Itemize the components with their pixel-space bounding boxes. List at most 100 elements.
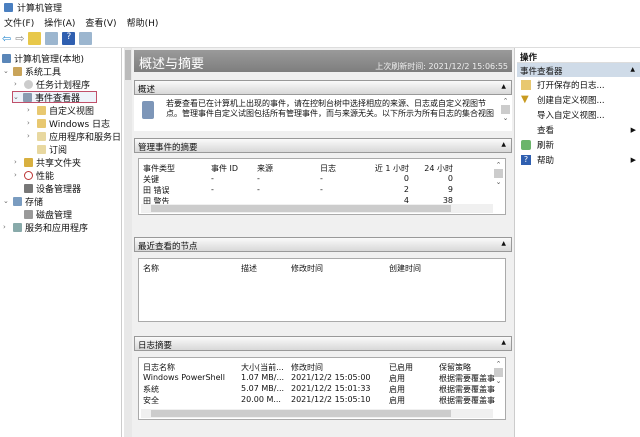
vertical-scrollbar[interactable]: ⌃ ⌄ [494,360,503,385]
table-header-row: 日志名称 大小(当前... 修改时间 已启用 保留策略 [139,362,505,373]
overview-content: 若要查看已在计算机上出现的事件，请在控制台树中选择相应的来源、日志或自定义视图节… [134,95,512,131]
table-cell: 2021/12/2 15:05:00 [291,373,371,382]
menu-bar: 文件(F) 操作(A) 查看(V) 帮助(H) [0,14,640,30]
scrollbar-thumb[interactable] [151,410,451,417]
tree-label: 计算机管理(本地) [14,54,85,65]
chevron-down-icon[interactable]: ⌄ [13,93,20,101]
scrollbar-thumb[interactable] [151,205,451,212]
column-header[interactable]: 事件类型 [143,163,175,174]
window-title: 计算机管理 [17,3,63,14]
chevron-right-icon[interactable]: › [27,132,34,140]
folder-icon [37,118,46,128]
tree-device-manager[interactable]: 设备管理器 [24,182,81,195]
column-header[interactable]: 描述 [241,263,257,274]
section-log-summary-header[interactable]: 日志摘要 ▲ [134,336,512,351]
show-hide-action-pane-icon[interactable] [79,32,93,45]
table-cell: 启用 [389,385,405,394]
table-row[interactable]: Windows PowerShell 1.07 MB/... 2021/12/2 1… [139,373,505,384]
show-hide-tree-icon[interactable] [45,32,59,45]
section-summary-header[interactable]: 管理事件的摘要 ▲ [134,138,512,153]
chevron-down-icon[interactable]: ⌄ [3,197,10,205]
column-header[interactable]: 创建时间 [389,263,421,274]
tree-performance[interactable]: › 性能 [14,169,54,182]
tree-subscriptions[interactable]: 订阅 [37,143,67,156]
overview-scrollbar[interactable]: ⌃ ⌄ [501,97,510,122]
overview-banner: 概述与摘要 上次刷新时间: 2021/12/2 15:06:55 [134,50,512,72]
chevron-down-icon[interactable]: ⌄ [3,67,10,75]
table-header-row: 事件类型 事件 ID 来源 日志 近 1 小时 24 小时 [139,163,505,174]
horizontal-scrollbar[interactable] [141,409,493,418]
section-overview-header[interactable]: 概述 ▲ [134,80,512,95]
forward-icon[interactable]: ⇨ [15,32,24,45]
vertical-scrollbar[interactable]: ⌃ ⌄ [494,161,503,186]
column-header[interactable]: 名称 [143,263,159,274]
device-manager-icon [24,183,33,193]
folder-icon [37,105,46,115]
menu-view[interactable]: 查看(V) [85,16,116,29]
menu-action[interactable]: 操作(A) [44,16,75,29]
column-header[interactable]: 修改时间 [291,263,323,274]
tree-task-scheduler[interactable]: › 任务计划程序 [14,78,90,91]
chevron-right-icon[interactable]: › [14,171,21,179]
tree-event-viewer[interactable]: ⌄ 事件查看器 [12,91,98,104]
filter-icon: ▼ [521,93,529,105]
section-recent-header[interactable]: 最近查看的节点 ▲ [134,237,512,252]
collapse-icon[interactable]: ▲ [501,141,506,148]
actions-group-event-viewer[interactable]: 事件查看器 ▲ [517,63,640,77]
table-row[interactable]: 田 错误 - - - 2 9 [139,185,505,196]
tree-app-service-logs[interactable]: › 应用程序和服务日志 [27,130,121,143]
tree-system-tools[interactable]: ⌄ 系统工具 [3,65,61,78]
table-cell: - [320,174,323,183]
action-label: 帮助 [537,155,555,166]
table-row[interactable]: 安全 20.00 M... 2021/12/2 15:05:10 启用 根据需要覆盖事 [139,395,505,406]
column-header[interactable]: 来源 [257,163,273,174]
column-header[interactable]: 已启用 [389,362,413,373]
column-header[interactable]: 24 小时 [424,163,453,174]
column-header[interactable]: 日志 [320,163,336,174]
action-help[interactable]: ? 帮助 ▶ [517,152,640,167]
action-import-custom-view[interactable]: 导入自定义视图... [517,107,640,122]
column-header[interactable]: 近 1 小时 [375,163,409,174]
action-view[interactable]: 查看 ▶ [517,122,640,137]
column-header[interactable]: 大小(当前... [241,362,284,373]
last-refresh: 上次刷新时间: 2021/12/2 15:06:55 [375,62,508,71]
chevron-right-icon[interactable]: › [14,158,21,166]
tree-label: 自定义视图 [49,106,95,117]
action-refresh[interactable]: 刷新 [517,137,640,152]
tree-computer-management[interactable]: 计算机管理(本地) [2,52,85,65]
section-title: 最近查看的节点 [138,242,198,252]
back-icon[interactable]: ⇦ [2,32,11,45]
collapse-icon[interactable]: ▲ [630,66,635,73]
horizontal-scrollbar[interactable] [141,204,493,213]
title-bar: 计算机管理 [0,0,640,14]
column-header[interactable]: 日志名称 [143,362,175,373]
tree-label: Windows 日志 [49,119,111,130]
collapse-icon[interactable]: ▲ [501,83,506,90]
table-row[interactable]: 系统 5.07 MB/... 2021/12/2 15:01:33 启用 根据需要覆盖事 [139,384,505,395]
action-create-custom-view[interactable]: ▼ 创建自定义视图... [517,92,640,107]
disk-icon [24,209,33,219]
tree-custom-views[interactable]: › 自定义视图 [27,104,95,117]
menu-file[interactable]: 文件(F) [4,16,34,29]
column-header[interactable]: 修改时间 [291,362,323,373]
menu-help[interactable]: 帮助(H) [127,16,159,29]
open-folder-icon [521,79,531,90]
up-folder-icon[interactable] [28,32,42,45]
chevron-right-icon[interactable]: › [3,223,10,231]
tree-windows-logs[interactable]: › Windows 日志 [27,117,111,130]
chevron-right-icon[interactable]: › [27,106,34,114]
action-open-saved-log[interactable]: 打开保存的日志... [517,77,640,92]
help-icon[interactable]: ? [62,32,76,45]
chevron-right-icon[interactable]: › [27,119,34,127]
column-header[interactable]: 保留策略 [439,362,471,373]
chevron-right-icon[interactable]: › [14,80,21,88]
column-header[interactable]: 事件 ID [211,163,238,174]
table-row[interactable]: 关键 - - - 0 0 [139,174,505,185]
tree-shared-folders[interactable]: › 共享文件夹 [14,156,81,169]
tree-services-apps[interactable]: › 服务和应用程序 [3,221,88,234]
collapse-icon[interactable]: ▲ [501,240,506,247]
collapse-icon[interactable]: ▲ [501,339,506,346]
center-scrollbar[interactable] [124,48,132,437]
tree-storage[interactable]: ⌄ 存储 [3,195,43,208]
tree-disk-management[interactable]: 磁盘管理 [24,208,72,221]
